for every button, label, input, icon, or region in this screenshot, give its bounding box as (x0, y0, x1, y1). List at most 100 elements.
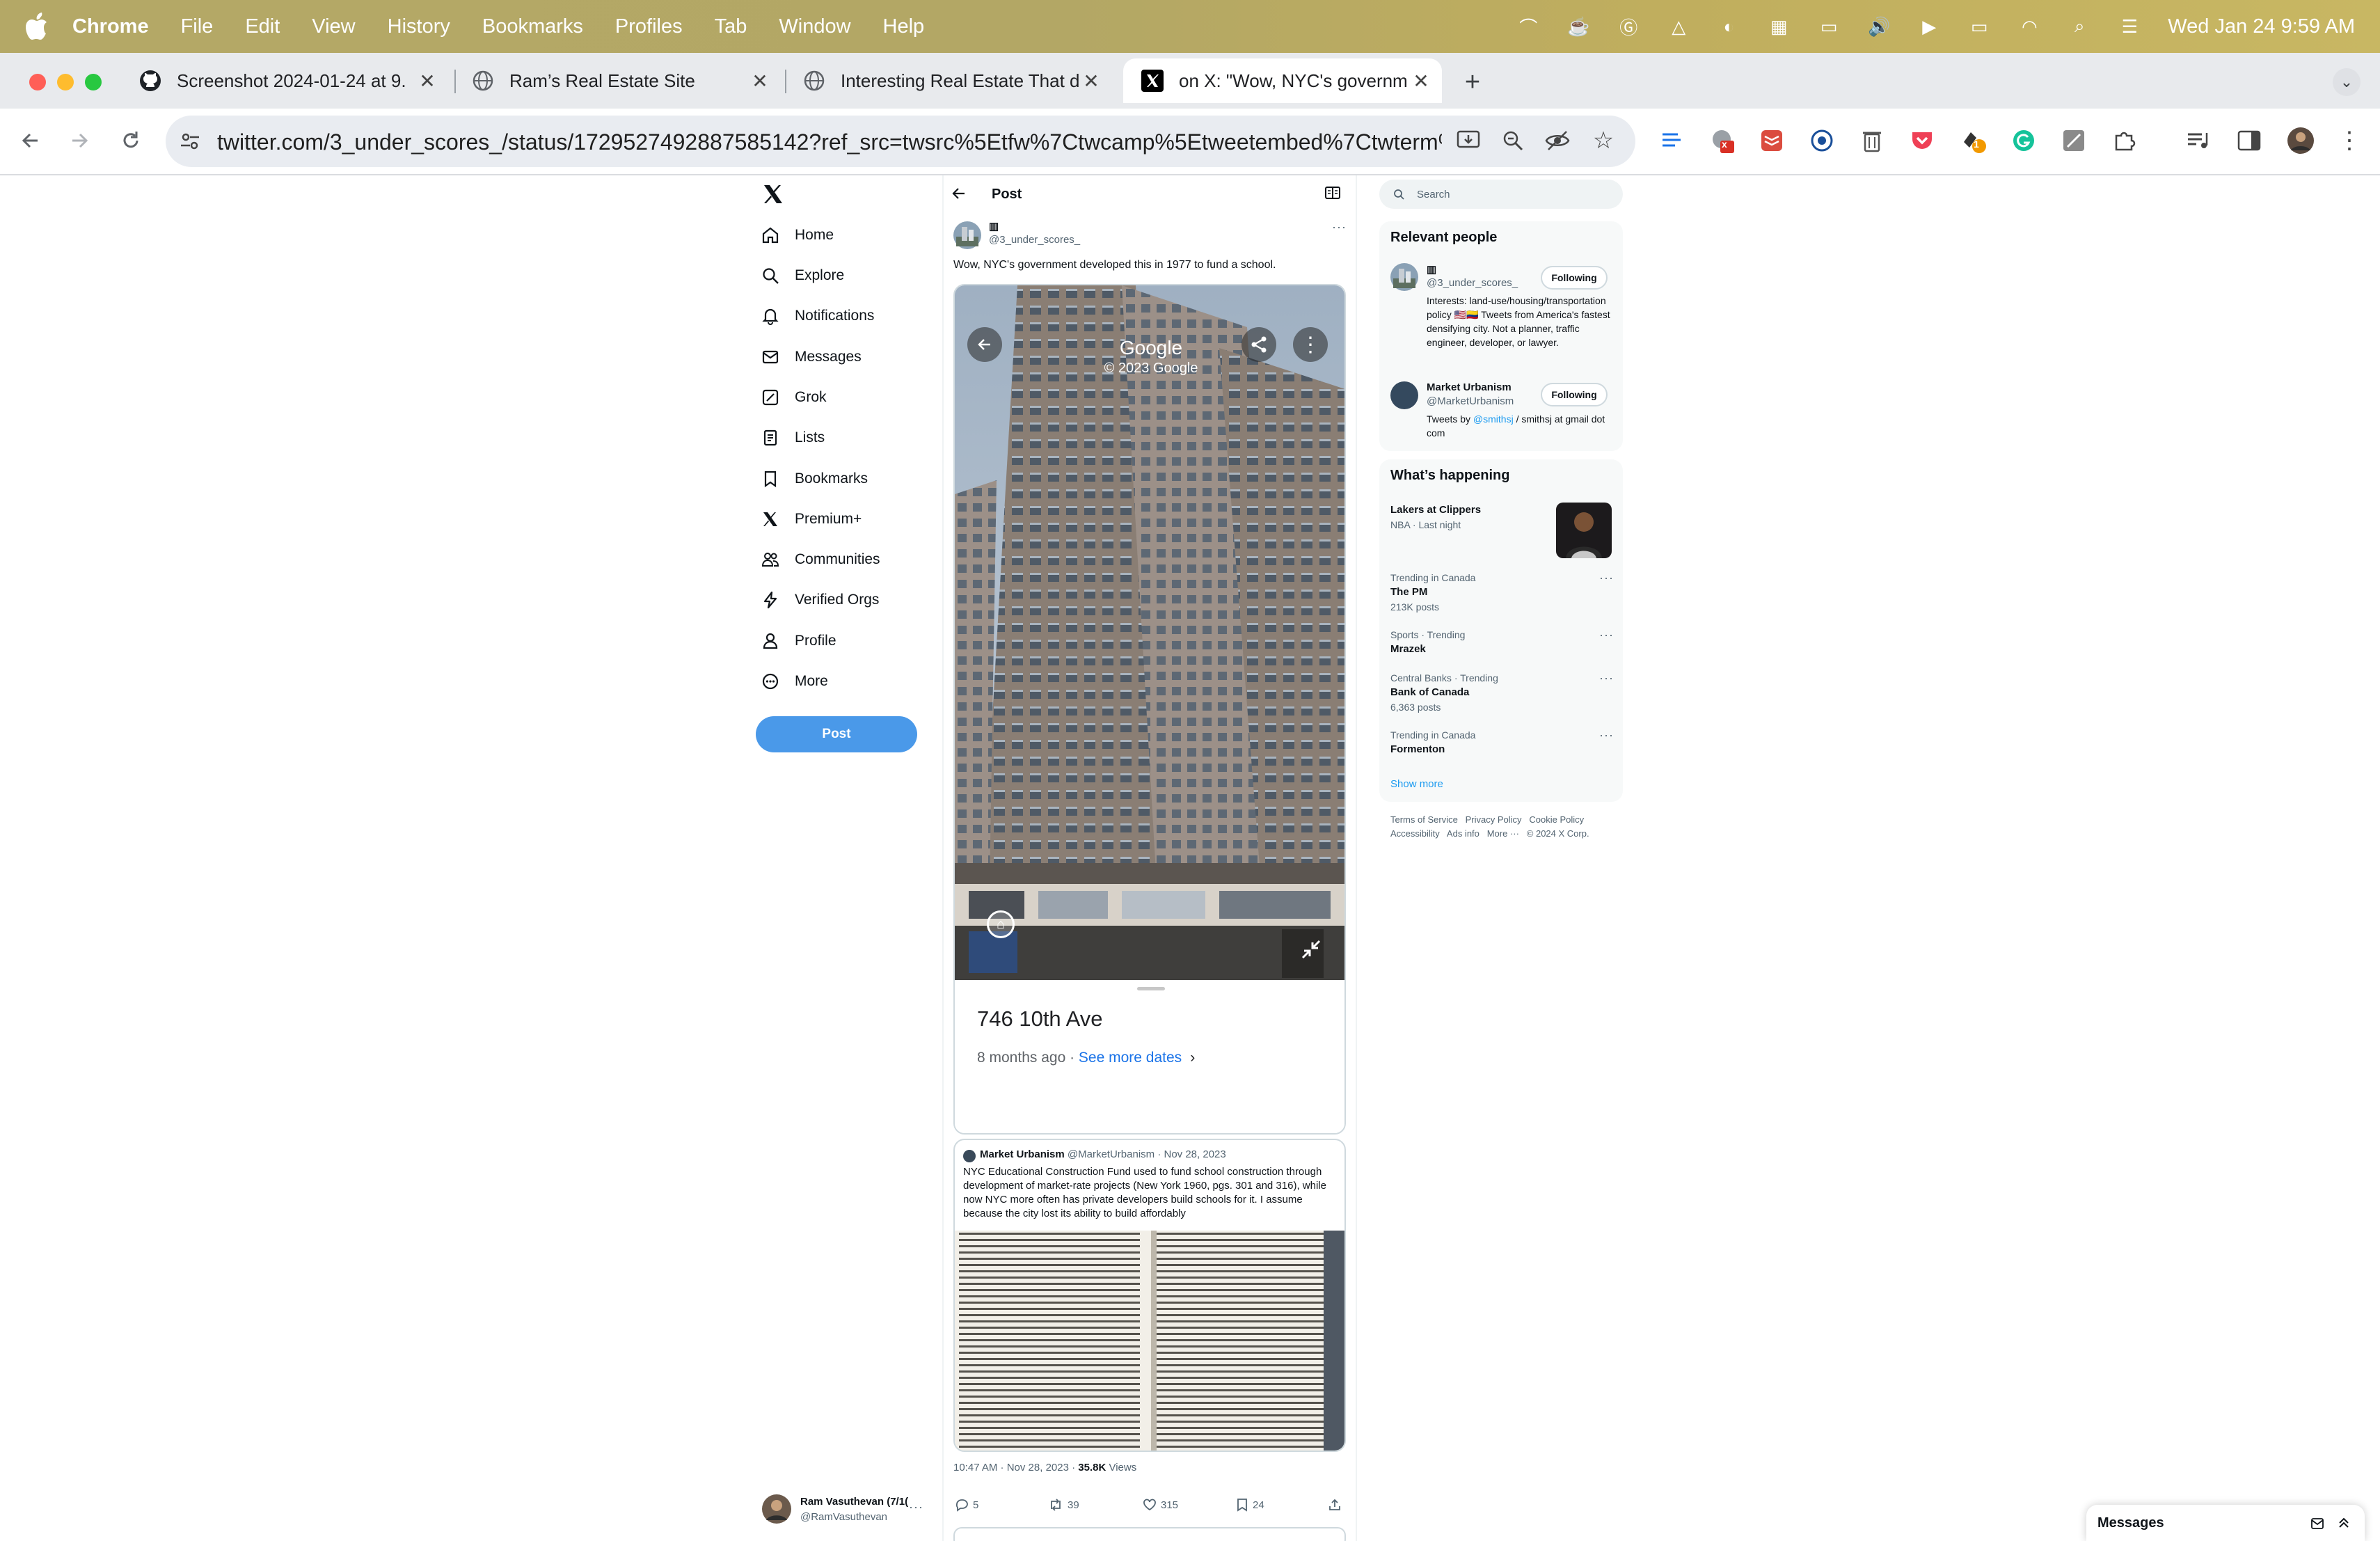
account-avatar[interactable] (761, 1494, 792, 1524)
todoist-icon[interactable] (1756, 125, 1787, 156)
play-icon[interactable]: ▶ (1917, 15, 1941, 38)
x-logo-icon[interactable] (763, 184, 784, 205)
streetview-more-icon[interactable]: ⋮ (1293, 327, 1328, 362)
person-avatar[interactable] (1390, 381, 1418, 409)
menubar-clock[interactable]: Wed Jan 24 9:59 AM (2168, 15, 2355, 38)
tab-screenshot[interactable]: Screenshot 2024-01-24 at 9. ✕ (121, 58, 448, 103)
new-message-icon[interactable] (2310, 1516, 2326, 1530)
menu-help[interactable]: Help (883, 15, 925, 38)
extension-blocked-icon[interactable]: x (1708, 125, 1738, 156)
trend-title[interactable]: Mrazek (1390, 643, 1426, 655)
show-more-link[interactable]: Show more (1390, 778, 1443, 790)
bookmark-button[interactable]: 24 (1236, 1498, 1264, 1512)
menu-file[interactable]: File (181, 15, 214, 38)
tab-interesting-real-estate[interactable]: Interesting Real Estate That d ✕ (785, 58, 1112, 103)
trend-title[interactable]: Bank of Canada (1390, 686, 1469, 698)
reply-composer[interactable] (953, 1527, 1346, 1541)
extensions-puzzle-icon[interactable] (2109, 125, 2139, 156)
forward-arrow-icon[interactable] (61, 123, 97, 159)
nav-explore[interactable]: Explore (761, 255, 844, 296)
share-icon[interactable] (1328, 1498, 1342, 1512)
display-icon[interactable]: ▭ (1817, 15, 1841, 38)
post-media-card[interactable]: Google © 2023 Google ⋮ ⌂ 746 10th Ave 8 … (953, 284, 1346, 1135)
trend-title[interactable]: Lakers at Clippers (1390, 504, 1481, 516)
post-button[interactable]: Post (756, 716, 917, 752)
media-controls-icon[interactable] (2182, 125, 2213, 156)
footer-links[interactable]: Terms of Service Privacy Policy Cookie P… (1390, 814, 1584, 825)
tab-x-post[interactable]: on X: "Wow, NYC's governm ✕ (1123, 58, 1442, 103)
author-handle[interactable]: @3_under_scores_ (989, 234, 1080, 246)
reader-view-icon[interactable] (1325, 187, 1343, 202)
grammarly-icon[interactable] (2008, 125, 2039, 156)
trend-more-icon[interactable]: ··· (1599, 628, 1614, 642)
chevron-up-icon[interactable] (2337, 1516, 2351, 1530)
compass-icon[interactable]: ⌂ (987, 910, 1015, 938)
post-more-icon[interactable]: ··· (1332, 220, 1347, 235)
tab-close-icon[interactable]: ✕ (415, 68, 440, 93)
bookmark-star-icon[interactable]: ☆ (1588, 125, 1619, 156)
search-box[interactable]: Search (1379, 180, 1623, 209)
author-name[interactable]: ▥ (989, 220, 999, 232)
c-extension-icon[interactable] (1807, 125, 1837, 156)
reply-button[interactable]: 5 (955, 1498, 978, 1512)
trend-more-icon[interactable]: ··· (1599, 671, 1614, 686)
like-button[interactable]: 315 (1143, 1498, 1178, 1512)
nav-home[interactable]: Home (761, 215, 834, 255)
drive-icon[interactable]: △ (1667, 15, 1690, 38)
nav-premium[interactable]: Premium+ (761, 499, 862, 539)
menu-app-chrome[interactable]: Chrome (72, 15, 149, 38)
profile-avatar[interactable] (2285, 125, 2316, 156)
trend-thumbnail[interactable] (1556, 503, 1612, 558)
menu-edit[interactable]: Edit (245, 15, 280, 38)
zoom-icon[interactable] (1498, 125, 1528, 156)
nav-notifications[interactable]: Notifications (761, 296, 874, 336)
following-button[interactable]: Following (1541, 266, 1608, 290)
account-more-icon[interactable]: ··· (909, 1500, 923, 1515)
nav-more[interactable]: More (761, 661, 828, 702)
see-more-dates-link[interactable]: See more dates (1079, 1050, 1182, 1066)
battery-icon[interactable]: ▭ (1967, 15, 1991, 38)
nav-communities[interactable]: Communities (761, 539, 880, 580)
person-handle[interactable]: @MarketUrbanism (1427, 395, 1514, 407)
window-close-button[interactable] (29, 74, 46, 90)
nav-verified-orgs[interactable]: Verified Orgs (761, 580, 879, 620)
tracking-blocked-eye-icon[interactable] (1542, 125, 1573, 156)
extension-badge-icon[interactable]: 1 (1958, 125, 1989, 156)
quoted-post[interactable]: Market Urbanism @MarketUrbanism · Nov 28… (953, 1139, 1346, 1452)
nav-profile[interactable]: Profile (761, 621, 836, 661)
following-button[interactable]: Following (1541, 383, 1608, 406)
arc-icon[interactable]: ⌒ (1516, 15, 1540, 38)
menu-bookmarks[interactable]: Bookmarks (482, 15, 583, 38)
grammarly-icon[interactable]: Ⓖ (1617, 15, 1640, 38)
bio-mention-link[interactable]: @smithsj (1473, 413, 1514, 425)
menu-view[interactable]: View (312, 15, 355, 38)
person-avatar[interactable] (1390, 263, 1418, 291)
annotate-extension-icon[interactable] (2058, 125, 2089, 156)
keyboard-icon[interactable]: ▦ (1767, 15, 1791, 38)
pocket-icon[interactable] (1907, 125, 1937, 156)
control-center-icon[interactable]: ☰ (2118, 15, 2141, 38)
menu-history[interactable]: History (388, 15, 450, 38)
install-app-icon[interactable] (1453, 125, 1484, 156)
footer-links[interactable]: Accessibility Ads info More ··· © 2024 X… (1390, 828, 1589, 839)
spotlight-search-icon[interactable]: ⌕ (2068, 15, 2091, 38)
person-handle[interactable]: @3_under_scores_ (1427, 277, 1518, 289)
drag-handle[interactable] (1137, 987, 1165, 990)
nav-lists[interactable]: Lists (761, 418, 825, 458)
volume-icon[interactable]: 🔊 (1867, 15, 1891, 38)
chrome-menu-icon[interactable]: ⋮ (2334, 125, 2365, 156)
share-icon[interactable] (1241, 327, 1276, 362)
coffee-icon[interactable]: ☕ (1566, 15, 1590, 38)
back-arrow-icon[interactable] (13, 123, 49, 159)
trend-more-icon[interactable]: ··· (1599, 728, 1614, 743)
person-name[interactable]: ▥ (1427, 263, 1436, 276)
messages-drawer[interactable]: Messages (2086, 1505, 2365, 1541)
extension-tool-icon[interactable] (1656, 125, 1687, 156)
tab-close-icon[interactable]: ✕ (1409, 68, 1434, 93)
nav-messages[interactable]: Messages (761, 337, 862, 377)
nav-bookmarks[interactable]: Bookmarks (761, 459, 868, 499)
trend-title[interactable]: Formenton (1390, 743, 1445, 755)
new-tab-icon[interactable]: + (1457, 67, 1488, 97)
trend-more-icon[interactable]: ··· (1599, 571, 1614, 585)
tab-close-icon[interactable]: ✕ (747, 68, 772, 93)
